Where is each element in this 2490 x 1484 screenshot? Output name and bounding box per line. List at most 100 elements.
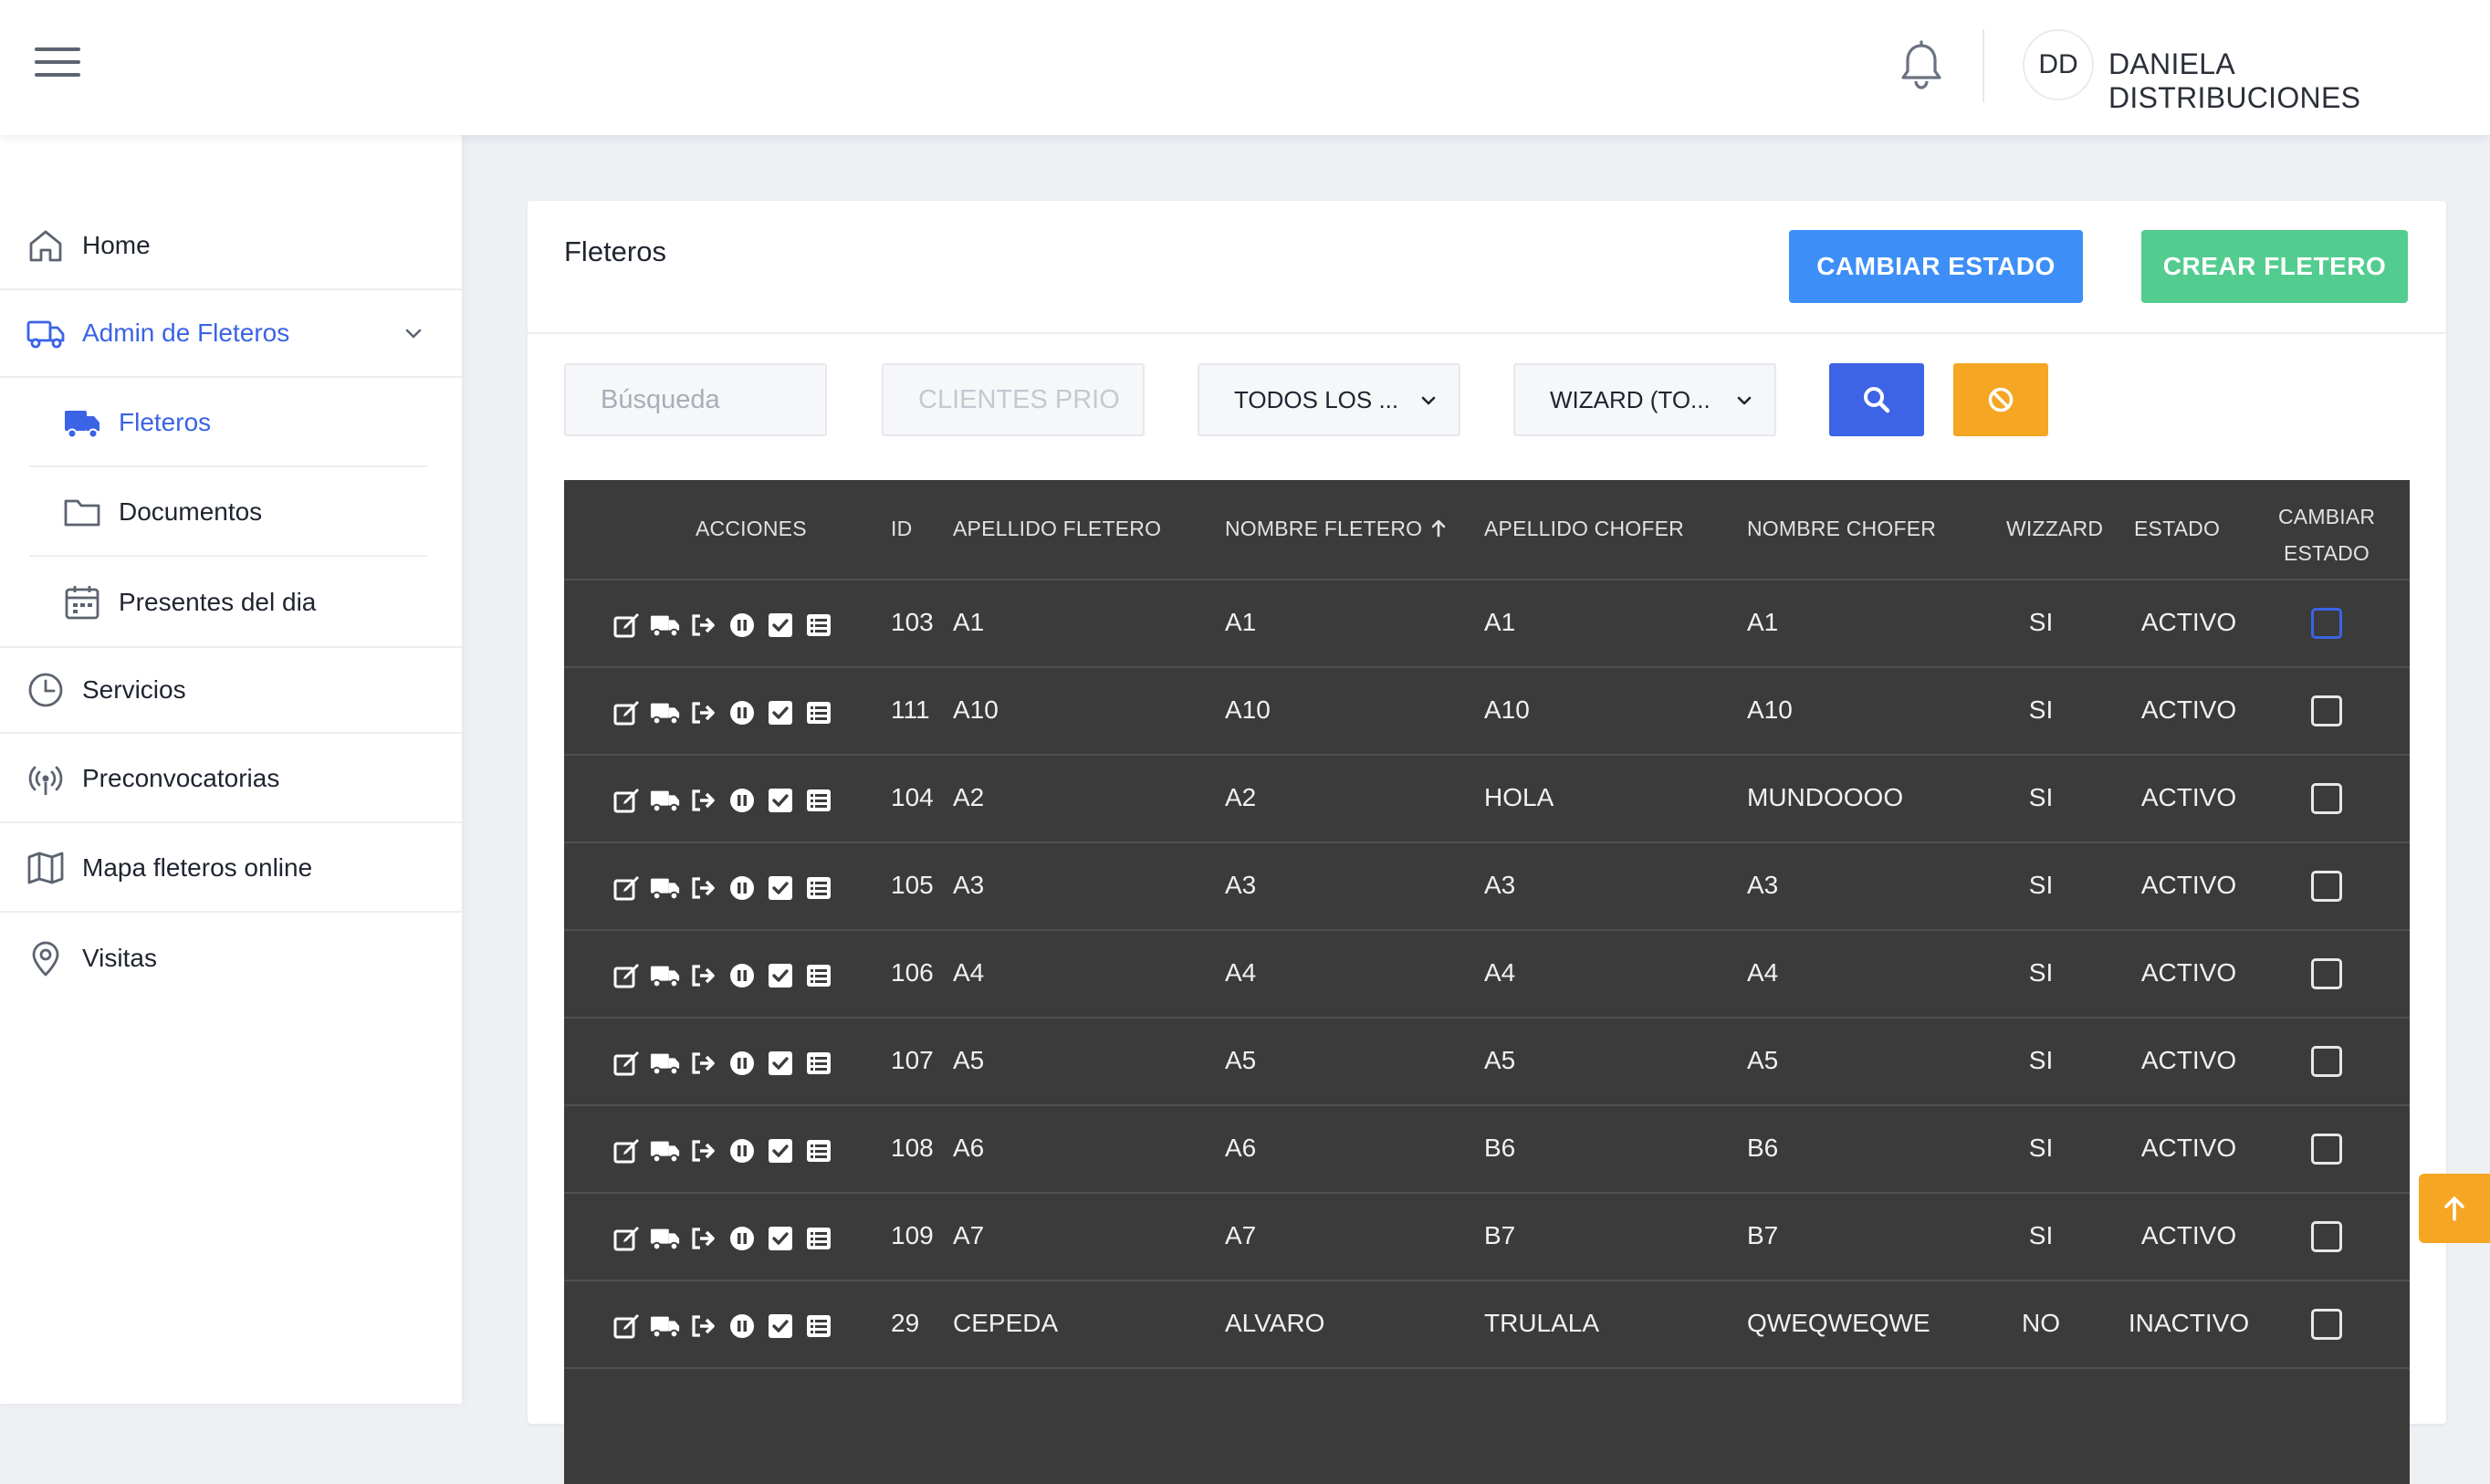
list-icon[interactable] [803, 1224, 834, 1253]
logout-icon[interactable] [688, 786, 719, 815]
search-input[interactable]: Búsqueda [564, 363, 827, 436]
sidebar-item-mapa-fleteros[interactable]: Mapa fleteros online [0, 825, 462, 913]
check-square-icon[interactable] [765, 1049, 796, 1078]
estado-filter-select[interactable]: TODOS LOS ... [1198, 363, 1460, 436]
logout-icon[interactable] [688, 698, 719, 727]
column-header-estado[interactable]: ESTADO [2134, 517, 2220, 541]
check-square-icon[interactable] [765, 1136, 796, 1165]
list-icon[interactable] [803, 698, 834, 727]
wizard-filter-select[interactable]: WIZARD (TO... [1513, 363, 1776, 436]
sidebar: Home Admin de Fleteros Fleteros Document… [0, 135, 462, 1404]
hamburger-menu-icon[interactable] [35, 47, 80, 84]
pause-icon[interactable] [727, 786, 758, 815]
logout-icon[interactable] [688, 873, 719, 903]
row-select-checkbox[interactable] [2311, 1221, 2342, 1252]
column-header-wizzard[interactable]: WIZZARD [2006, 517, 2103, 541]
cambiar-estado-button[interactable]: CAMBIAR ESTADO [1789, 230, 2083, 303]
sidebar-item-servicios[interactable]: Servicios [0, 646, 462, 734]
truck-icon[interactable] [650, 611, 681, 640]
edit-icon[interactable] [612, 1049, 643, 1078]
edit-icon[interactable] [612, 611, 643, 640]
column-header-apellido-chofer[interactable]: APELLIDO CHOFER [1484, 517, 1684, 541]
sidebar-item-preconvocatorias[interactable]: Preconvocatorias [0, 736, 462, 823]
row-select-checkbox[interactable] [2311, 871, 2342, 902]
column-header-apellido-fletero[interactable]: APELLIDO FLETERO [953, 517, 1161, 541]
avatar[interactable]: DD [2023, 29, 2094, 100]
notification-bell-icon[interactable] [1899, 40, 1944, 91]
edit-icon[interactable] [612, 1224, 643, 1253]
crear-fletero-button[interactable]: CREAR FLETERO [2141, 230, 2408, 303]
truck-icon[interactable] [650, 1136, 681, 1165]
row-select-checkbox[interactable] [2311, 783, 2342, 814]
column-header-nombre-fletero[interactable]: NOMBRE FLETERO [1225, 517, 1448, 541]
pause-icon[interactable] [727, 1312, 758, 1341]
user-name[interactable]: DANIELA DISTRIBUCIONES [2108, 47, 2490, 115]
sidebar-item-admin-fleteros[interactable]: Admin de Fleteros [0, 290, 462, 378]
logout-icon[interactable] [688, 1224, 719, 1253]
list-icon[interactable] [803, 611, 834, 640]
logout-icon[interactable] [688, 1136, 719, 1165]
edit-icon[interactable] [612, 1136, 643, 1165]
scroll-to-top-button[interactable] [2419, 1174, 2490, 1243]
list-icon[interactable] [803, 786, 834, 815]
list-icon[interactable] [803, 1312, 834, 1341]
cell-wizzard: SI [2028, 695, 2054, 724]
edit-icon[interactable] [612, 1312, 643, 1341]
edit-icon[interactable] [612, 961, 643, 990]
logout-icon[interactable] [688, 961, 719, 990]
list-icon[interactable] [803, 961, 834, 990]
column-header-cambiar-estado: CAMBIAR ESTADO [2278, 498, 2375, 571]
truck-icon[interactable] [650, 873, 681, 903]
sidebar-item-visitas[interactable]: Visitas [0, 914, 462, 1002]
clientes-prio-input[interactable]: CLIENTES PRIO [882, 363, 1145, 436]
sidebar-subitem-presentes[interactable]: Presentes del dia [29, 559, 427, 646]
pause-icon[interactable] [727, 1224, 758, 1253]
pause-icon[interactable] [727, 873, 758, 903]
cell-estado: ACTIVO [2140, 783, 2237, 811]
truck-icon[interactable] [650, 1312, 681, 1341]
pause-icon[interactable] [727, 698, 758, 727]
pause-icon[interactable] [727, 1136, 758, 1165]
broadcast-icon [28, 766, 63, 795]
pause-icon[interactable] [727, 1049, 758, 1078]
check-square-icon[interactable] [765, 1312, 796, 1341]
row-select-checkbox[interactable] [2311, 1134, 2342, 1165]
row-select-checkbox[interactable] [2311, 695, 2342, 726]
edit-icon[interactable] [612, 698, 643, 727]
logout-icon[interactable] [688, 611, 719, 640]
row-select-checkbox[interactable] [2311, 958, 2342, 989]
check-square-icon[interactable] [765, 961, 796, 990]
truck-icon[interactable] [650, 786, 681, 815]
row-select-checkbox[interactable] [2311, 1309, 2342, 1340]
column-header-nombre-chofer[interactable]: NOMBRE CHOFER [1747, 517, 1936, 541]
logout-icon[interactable] [688, 1049, 719, 1078]
cell-estado: INACTIVO [2128, 1309, 2250, 1337]
edit-icon[interactable] [612, 786, 643, 815]
check-square-icon[interactable] [765, 786, 796, 815]
search-button[interactable] [1829, 363, 1924, 436]
truck-icon[interactable] [650, 698, 681, 727]
list-icon[interactable] [803, 1049, 834, 1078]
truck-icon[interactable] [650, 1049, 681, 1078]
sidebar-subitem-documentos[interactable]: Documentos [29, 469, 427, 557]
check-square-icon[interactable] [765, 698, 796, 727]
pause-icon[interactable] [727, 611, 758, 640]
check-square-icon[interactable] [765, 611, 796, 640]
list-icon[interactable] [803, 873, 834, 903]
logout-icon[interactable] [688, 1312, 719, 1341]
truck-icon[interactable] [650, 961, 681, 990]
check-square-icon[interactable] [765, 1224, 796, 1253]
sidebar-item-home[interactable]: Home [0, 203, 462, 290]
row-select-checkbox[interactable] [2311, 608, 2342, 639]
check-square-icon[interactable] [765, 873, 796, 903]
truck-icon[interactable] [650, 1224, 681, 1253]
clear-filters-button[interactable] [1953, 363, 2048, 436]
row-select-checkbox[interactable] [2311, 1046, 2342, 1077]
pause-icon[interactable] [727, 961, 758, 990]
cell-apellido-chofer: A4 [1484, 958, 1516, 987]
sidebar-subitem-fleteros[interactable]: Fleteros [29, 380, 427, 467]
edit-icon[interactable] [612, 873, 643, 903]
cell-apellido-fletero: A7 [953, 1221, 985, 1249]
list-icon[interactable] [803, 1136, 834, 1165]
column-header-id[interactable]: ID [891, 517, 912, 541]
